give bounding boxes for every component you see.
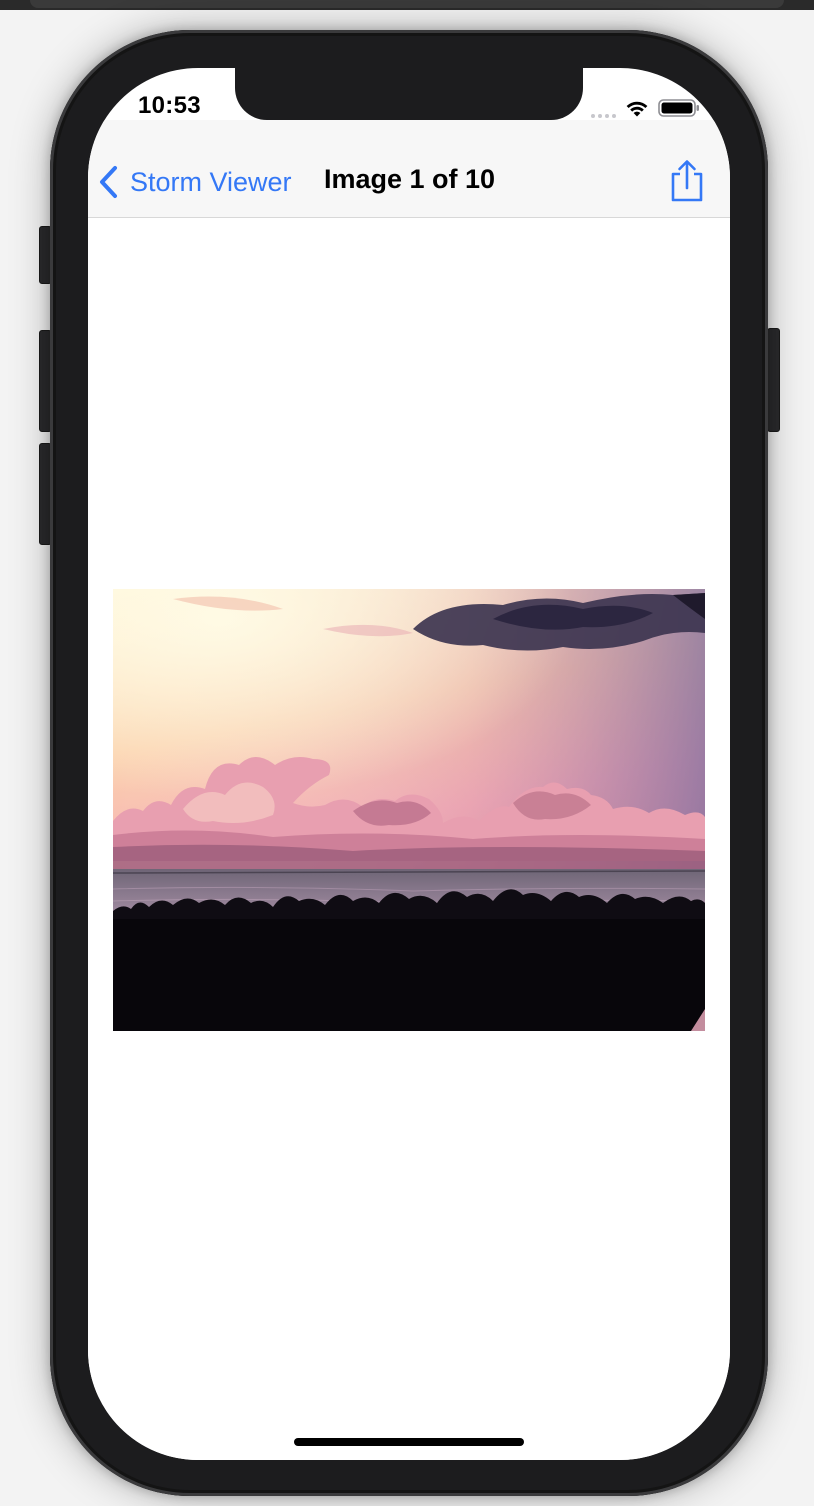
status-time: 10:53: [138, 92, 201, 119]
wifi-icon: [626, 101, 648, 117]
image-content-area: [88, 218, 730, 1460]
power-button: [767, 328, 780, 432]
host-window-edge-inner: [30, 0, 784, 8]
storm-photo: [113, 589, 705, 1031]
notch: [235, 68, 583, 120]
cellular-signal-icon: [591, 98, 616, 118]
chevron-left-icon: [100, 166, 117, 198]
navigation-bar: Storm Viewer Image 1 of 10: [88, 120, 730, 218]
host-window-edge: [0, 0, 814, 10]
share-icon[interactable]: [668, 158, 706, 204]
back-button[interactable]: Storm Viewer: [98, 160, 292, 204]
home-indicator[interactable]: [294, 1438, 524, 1446]
nav-title: Image 1 of 10: [324, 164, 496, 194]
battery-icon: [658, 99, 699, 117]
back-button-label: Storm Viewer: [130, 166, 292, 197]
status-indicators: [591, 96, 700, 120]
device-screen: 10:53 Storm Viewer Image 1 of 10: [88, 68, 730, 1460]
